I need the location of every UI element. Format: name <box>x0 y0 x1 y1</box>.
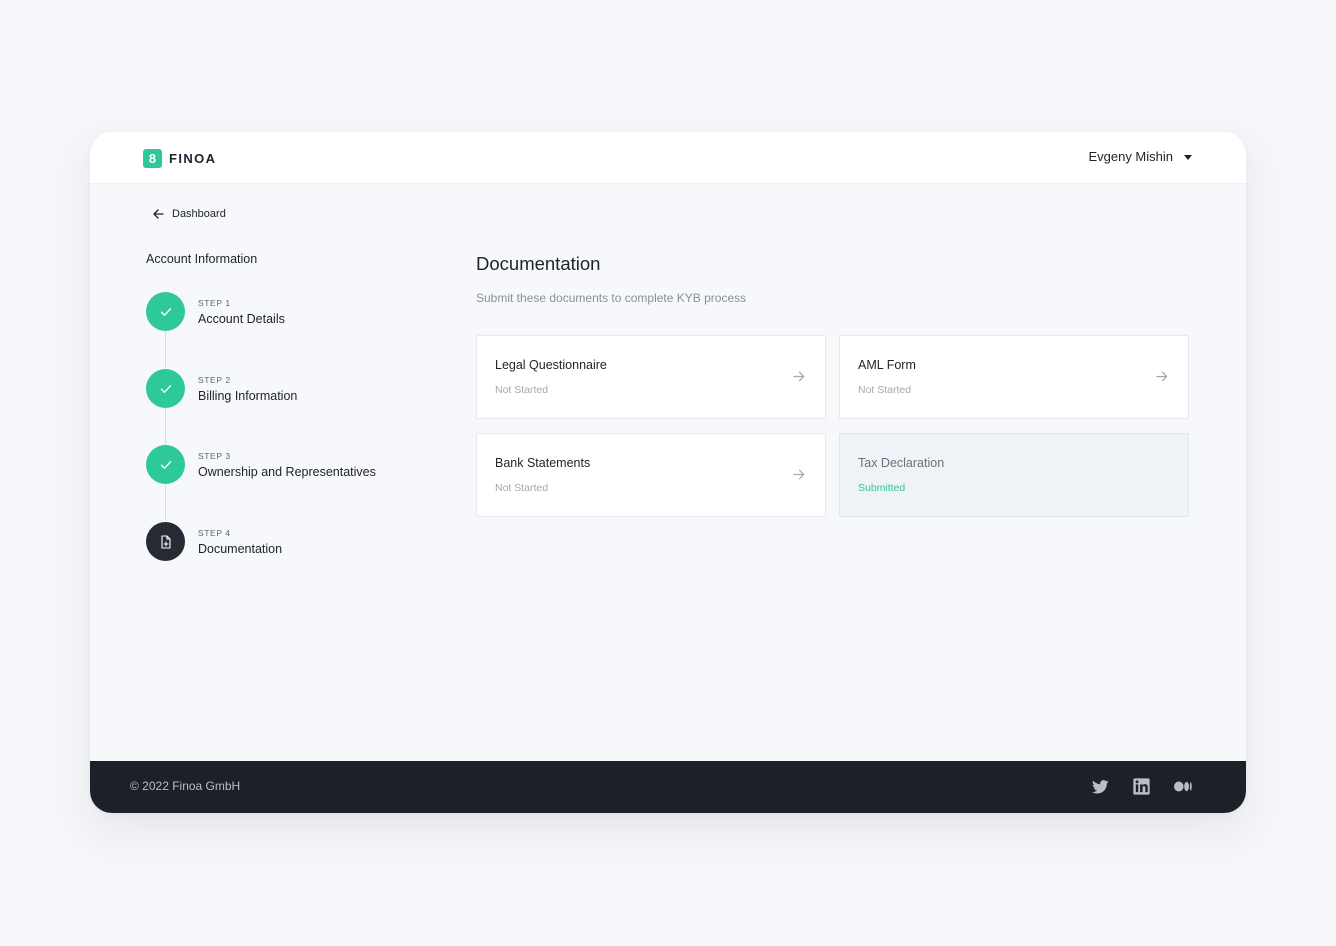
logo-text: FINOA <box>169 151 217 166</box>
page-title: Documentation <box>476 253 601 274</box>
step-current-badge <box>146 522 185 561</box>
user-menu[interactable]: Evgeny Mishin <box>1088 149 1192 164</box>
card-title: Tax Declaration <box>858 456 945 470</box>
step-complete-badge <box>146 445 185 484</box>
document-card-tax-declaration[interactable]: Tax Declaration Submitted <box>839 433 1189 517</box>
arrow-right-icon <box>793 469 805 480</box>
step-name: Billing Information <box>198 388 298 403</box>
medium-icon[interactable] <box>1174 781 1192 792</box>
step-ownership-representatives[interactable]: STEP 3 Ownership and Representatives <box>146 445 376 484</box>
step-number: STEP 3 <box>198 450 231 461</box>
logo-mark-icon: 8 <box>143 149 162 168</box>
step-documentation[interactable]: STEP 4 Documentation <box>146 522 282 561</box>
app-window: 8 FINOA Evgeny Mishin Dashboard Account … <box>90 132 1246 813</box>
step-number: STEP 2 <box>198 374 231 385</box>
step-complete-badge <box>146 292 185 331</box>
page-subtitle: Submit these documents to complete KYB p… <box>476 291 747 305</box>
step-name: Account Details <box>198 311 285 326</box>
document-card-aml-form[interactable]: AML Form Not Started <box>839 335 1189 419</box>
card-status: Not Started <box>495 482 549 494</box>
step-account-details[interactable]: STEP 1 Account Details <box>146 292 285 331</box>
card-title: Legal Questionnaire <box>495 358 607 372</box>
card-status: Submitted <box>858 482 906 494</box>
back-to-dashboard-link[interactable]: Dashboard <box>153 208 226 220</box>
card-status: Not Started <box>495 384 549 396</box>
step-number: STEP 4 <box>198 527 231 538</box>
step-connector <box>165 331 166 368</box>
social-links <box>1068 778 1192 795</box>
arrow-right-icon <box>793 371 805 382</box>
top-bar: 8 FINOA Evgeny Mishin <box>90 132 1246 184</box>
card-title: Bank Statements <box>495 456 591 470</box>
sidebar-title: Account Information <box>146 252 258 266</box>
finoa-logo[interactable]: 8 FINOA <box>143 149 216 168</box>
checkmark-icon <box>160 384 171 393</box>
linkedin-icon[interactable] <box>1133 778 1150 795</box>
checkmark-icon <box>160 307 171 316</box>
step-connector <box>165 484 166 521</box>
chevron-down-icon <box>1184 155 1192 160</box>
back-label: Dashboard <box>172 208 226 220</box>
document-card-legal-questionnaire[interactable]: Legal Questionnaire Not Started <box>476 335 826 419</box>
checkmark-icon <box>160 460 171 469</box>
step-billing-information[interactable]: STEP 2 Billing Information <box>146 369 297 408</box>
card-status: Not Started <box>858 384 912 396</box>
user-name: Evgeny Mishin <box>1088 149 1173 164</box>
step-complete-badge <box>146 369 185 408</box>
copyright-text: © 2022 Finoa GmbH <box>130 779 241 793</box>
step-name: Documentation <box>198 541 283 556</box>
arrow-left-icon <box>153 209 164 219</box>
card-title: AML Form <box>858 358 916 372</box>
document-add-icon <box>160 534 171 549</box>
document-card-bank-statements[interactable]: Bank Statements Not Started <box>476 433 826 517</box>
footer: © 2022 Finoa GmbH <box>90 761 1246 813</box>
step-number: STEP 1 <box>198 297 231 308</box>
arrow-right-icon <box>1156 371 1168 382</box>
twitter-icon[interactable] <box>1092 779 1109 794</box>
step-connector <box>165 408 166 445</box>
step-name: Ownership and Representatives <box>198 464 376 479</box>
